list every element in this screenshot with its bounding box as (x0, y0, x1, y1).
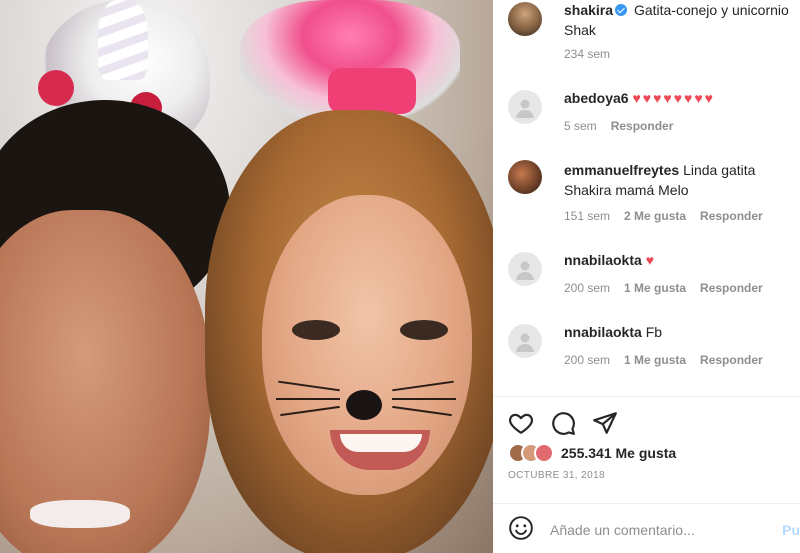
woman-eye-left (292, 320, 340, 340)
caption-meta: 234 sem (564, 47, 610, 61)
share-icon[interactable] (592, 410, 618, 441)
comment-username[interactable]: nnabilaokta (564, 324, 642, 340)
post-button[interactable]: Pu (782, 522, 800, 538)
headband-flower (38, 70, 74, 106)
unicorn-horn (98, 0, 148, 80)
reply-button[interactable]: Responder (700, 353, 763, 367)
post-date[interactable]: OCTUBRE 31, 2018 (508, 470, 605, 481)
add-comment-bar: Añade un comentario... Pu (508, 515, 800, 545)
likes-count[interactable]: 255.341 Me gusta (561, 445, 676, 461)
comment-likes[interactable]: 2 Me gusta (624, 209, 686, 223)
post-side-panel: shakira Gatita-conejo y unicornio Shak 2… (493, 0, 800, 553)
comment-age[interactable]: 151 sem (564, 209, 610, 223)
comment-age[interactable]: 5 sem (564, 119, 597, 133)
whisker (392, 398, 456, 400)
comment-username[interactable]: nnabilaokta (564, 252, 642, 268)
reply-button[interactable]: Responder (700, 209, 763, 223)
comment-input[interactable]: Añade un comentario... (550, 522, 695, 538)
woman-eye-right (400, 320, 448, 340)
comment-age[interactable]: 200 sem (564, 281, 610, 295)
comment-meta: 200 sem 1 Me gusta Responder (564, 281, 763, 295)
divider (493, 503, 800, 504)
post-photo[interactable] (0, 0, 493, 553)
caption-line2: Shak (564, 22, 596, 38)
comment-likes[interactable]: 1 Me gusta (624, 353, 686, 367)
commenter-avatar[interactable] (508, 160, 542, 194)
likes-summary[interactable]: 255.341 Me gusta (508, 443, 676, 463)
caption-block: shakira Gatita-conejo y unicornio Shak 2… (508, 0, 800, 80)
comment-username[interactable]: abedoya6 (564, 90, 629, 106)
comment-text: nnabilaokta ♥ (564, 250, 656, 270)
bunny-headband-face (328, 68, 416, 114)
man-smile (30, 500, 130, 528)
owner-avatar[interactable] (508, 2, 542, 36)
woman-teeth (340, 434, 422, 452)
painted-nose (346, 390, 382, 420)
comment-text: emmanuelfreytes Linda gatita (564, 160, 755, 180)
divider (493, 396, 800, 397)
reply-button[interactable]: Responder (700, 281, 763, 295)
default-avatar-icon[interactable] (508, 252, 542, 286)
comment-meta: 151 sem 2 Me gusta Responder (564, 209, 763, 223)
comment-text: nnabilaokta Fb (564, 322, 662, 342)
liker-avatar (534, 443, 554, 463)
verified-icon (615, 4, 628, 16)
comment-body: ♥ (645, 252, 656, 268)
whisker (276, 398, 340, 400)
comment-likes[interactable]: 1 Me gusta (624, 281, 686, 295)
comment-age[interactable]: 200 sem (564, 353, 610, 367)
comment-text: abedoya6 ♥♥♥♥♥♥♥♥ (564, 88, 715, 108)
comment-body: Fb (645, 324, 663, 340)
comment-body-line2: Shakira mamá Melo (564, 182, 689, 198)
reply-button[interactable]: Responder (611, 119, 674, 133)
comment-body: ♥♥♥♥♥♥♥♥ (632, 90, 715, 106)
default-avatar-icon[interactable] (508, 90, 542, 124)
comment-meta: 200 sem 1 Me gusta Responder (564, 353, 763, 367)
default-avatar-icon[interactable] (508, 324, 542, 358)
caption-age[interactable]: 234 sem (564, 47, 610, 61)
comment-meta: 5 sem Responder (564, 119, 673, 133)
caption-text: shakira Gatita-conejo y unicornio (564, 0, 789, 20)
emoji-icon[interactable] (508, 515, 534, 546)
comment-icon[interactable] (550, 410, 576, 441)
comment-username[interactable]: emmanuelfreytes (564, 162, 679, 178)
like-icon[interactable] (508, 410, 534, 441)
caption-body: Gatita-conejo y unicornio (633, 2, 789, 18)
comment-body: Linda gatita (683, 162, 756, 178)
caption-username[interactable]: shakira (564, 2, 613, 18)
post-actions (508, 410, 618, 441)
